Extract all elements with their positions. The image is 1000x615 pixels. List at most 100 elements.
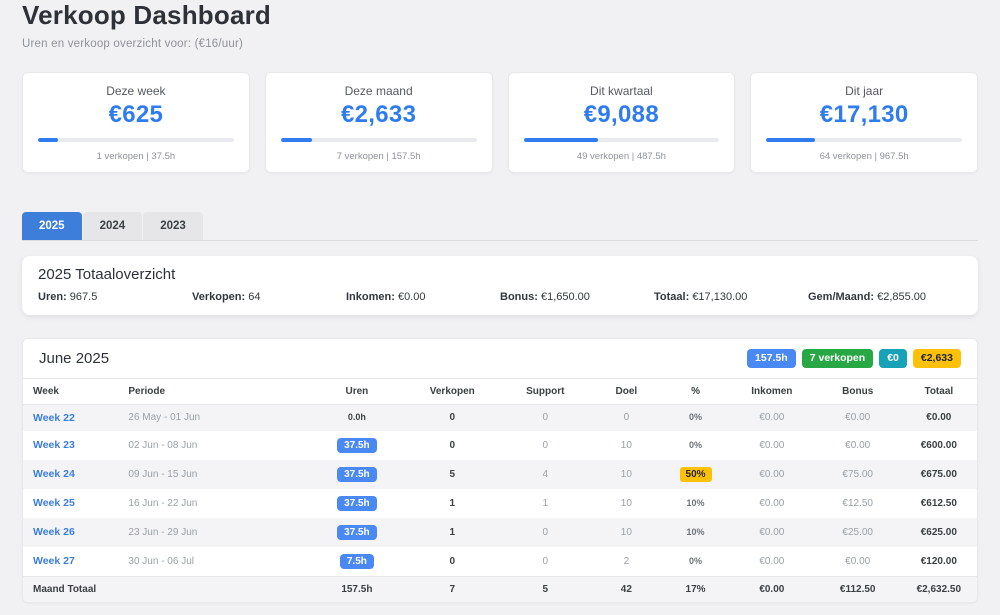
week-link[interactable]: Week 27 [23,547,118,577]
card-label: Dit kwartaal [524,84,720,98]
table-row-week-22: Week 22 26 May - 01 Jun 0.0h 0 0 0 0% €0… [23,404,977,431]
doel-cell: 10 [591,431,663,460]
table-row-week-25: Week 25 16 Jun - 22 Jun 37.5h 1 1 10 10%… [23,489,977,518]
stat-inkomen: Inkomen: €0.00 [346,291,500,303]
tab-2024[interactable]: 2024 [83,212,143,240]
bonus-cell: €0.00 [815,404,901,431]
support-cell: 0 [500,404,591,431]
table-header-row: Week Periode Uren Verkopen Support Doel … [23,378,977,404]
month-badges: 157.5h 7 verkopen €0 €2,633 [747,349,961,368]
periode-cell: 16 Jun - 22 Jun [118,489,309,518]
card-label: Deze maand [281,84,477,98]
verkopen-cell: 1 [405,518,500,547]
stat-gem-maand: Gem/Maand: €2,855.00 [808,291,962,303]
tab-2023[interactable]: 2023 [143,212,203,240]
col-header-verkopen: Verkopen [405,378,500,404]
col-header-totaal: Totaal [901,378,977,404]
bonus-cell: €25.00 [815,518,901,547]
card-deze-week: Deze week €625 1 verkopen | 37.5h [22,72,250,173]
doel-cell: 10 [591,489,663,518]
card-subtext: 7 verkopen | 157.5h [281,151,477,162]
support-cell: 0 [500,547,591,577]
totaal-cell: €0.00 [901,404,977,431]
progress-fill [38,138,58,142]
uren-badge: 37.5h [337,496,377,511]
stat-uren: Uren: 967.5 [38,291,192,303]
weeks-table: Week Periode Uren Verkopen Support Doel … [23,378,977,602]
card-label: Deze week [38,84,234,98]
doel-cell: 10 [591,518,663,547]
tab-2025[interactable]: 2025 [22,212,82,240]
uren-cell: 0.0h [309,404,404,431]
pct-value: 10% [687,498,705,508]
col-header-bonus: Bonus [815,378,901,404]
pct-value: 0% [689,440,702,450]
stat-label: Bonus: [500,291,538,303]
verkopen-cell: 0 [405,547,500,577]
col-header-inkomen: Inkomen [729,378,815,404]
footer-totaal: €2,632.50 [901,576,977,602]
periode-cell: 30 Jun - 06 Jul [118,547,309,577]
pct-cell: 0% [662,404,729,431]
footer-label: Maand Totaal [23,576,118,602]
card-value: €17,130 [766,101,962,129]
table-row-week-23: Week 23 02 Jun - 08 Jun 37.5h 0 0 10 0% … [23,431,977,460]
card-value: €9,088 [524,101,720,129]
col-header-week: Week [23,378,118,404]
week-link[interactable]: Week 25 [23,489,118,518]
stat-label: Inkomen: [346,291,395,303]
totaal-cell: €120.00 [901,547,977,577]
periode-cell: 09 Jun - 15 Jun [118,460,309,489]
periode-cell: 02 Jun - 08 Jun [118,431,309,460]
inkomen-cell: €0.00 [729,404,815,431]
month-title: June 2025 [39,350,109,367]
inkomen-cell: €0.00 [729,489,815,518]
uren-cell: 37.5h [309,489,404,518]
footer-bonus: €112.50 [815,576,901,602]
doel-cell: 0 [591,404,663,431]
totaal-cell: €675.00 [901,460,977,489]
progress-bar [524,138,720,142]
stat-value: 64 [248,291,260,303]
week-link[interactable]: Week 22 [23,404,118,431]
progress-bar [38,138,234,142]
year-overview-stats: Uren: 967.5 Verkopen: 64 Inkomen: €0.00 … [38,291,962,303]
stat-value: 967.5 [70,291,98,303]
verkopen-cell: 5 [405,460,500,489]
verkoop-dashboard-page: Verkoop Dashboard Uren en verkoop overzi… [0,0,1000,615]
col-header-support: Support [500,378,591,404]
uren-badge: 37.5h [337,467,377,482]
stat-value: €0.00 [398,291,426,303]
stat-value: €1,650.00 [541,291,590,303]
totaal-cell: €625.00 [901,518,977,547]
week-link[interactable]: Week 23 [23,431,118,460]
footer-doel: 42 [591,576,663,602]
pct-cell: 50% [662,460,729,489]
year-overview-title: 2025 Totaaloverzicht [38,266,962,283]
support-cell: 1 [500,489,591,518]
uren-badge: 7.5h [340,554,374,569]
inkomen-cell: €0.00 [729,431,815,460]
table-footer-row: Maand Totaal 157.5h 7 5 42 17% €0.00 €11… [23,576,977,602]
bonus-cell: €0.00 [815,431,901,460]
year-overview-card: 2025 Totaaloverzicht Uren: 967.5 Verkope… [22,256,978,315]
table-row-week-26: Week 26 23 Jun - 29 Jun 37.5h 1 0 10 10%… [23,518,977,547]
inkomen-cell: €0.00 [729,547,815,577]
stat-label: Verkopen: [192,291,245,303]
footer-pct: 17% [662,576,729,602]
week-link[interactable]: Week 24 [23,460,118,489]
card-value: €625 [38,101,234,129]
stat-totaal: Totaal: €17,130.00 [654,291,808,303]
page-subtitle: Uren en verkoop overzicht voor: (€16/uur… [22,38,978,50]
progress-bar [766,138,962,142]
page-title: Verkoop Dashboard [22,0,978,31]
hours-badge: 157.5h [747,349,796,368]
footer-periode [118,576,309,602]
pct-cell: 10% [662,489,729,518]
stat-bonus: Bonus: €1,650.00 [500,291,654,303]
stat-value: €2,855.00 [877,291,926,303]
support-cell: 0 [500,518,591,547]
card-subtext: 49 verkopen | 487.5h [524,151,720,162]
verkopen-cell: 1 [405,489,500,518]
week-link[interactable]: Week 26 [23,518,118,547]
